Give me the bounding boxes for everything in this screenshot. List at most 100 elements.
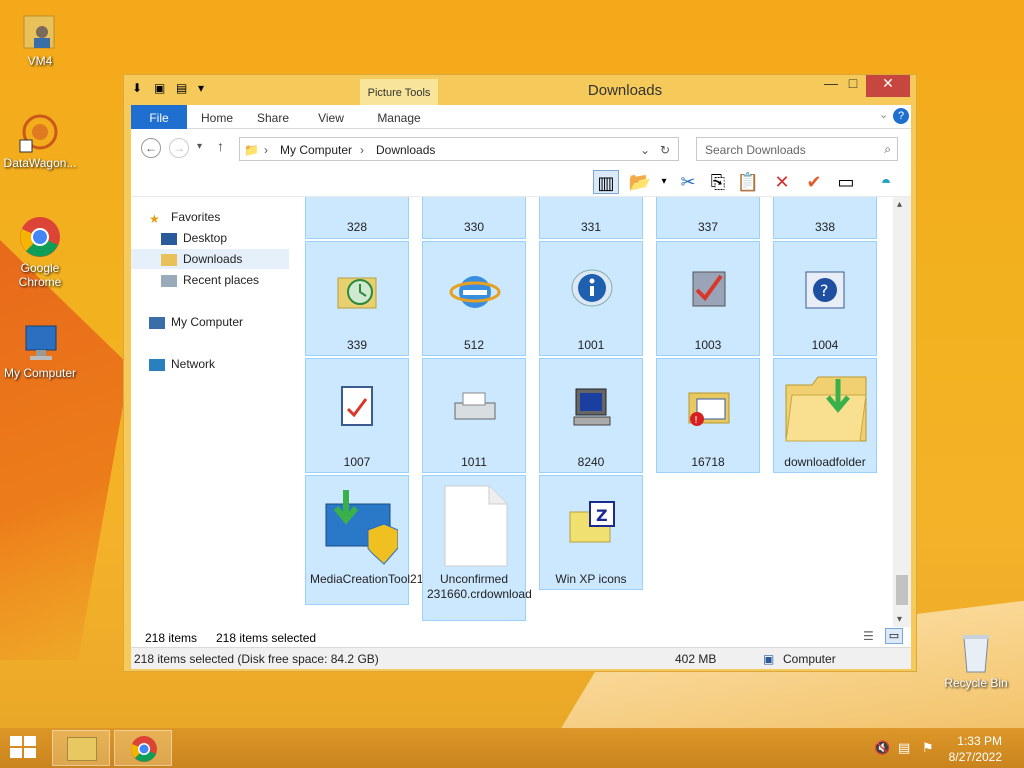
file-tile[interactable]: 330 (422, 197, 526, 239)
taskbar: 🔇 ▤ ⚑ 1:33 PM 8/27/2022 (0, 728, 1024, 768)
network-icon[interactable]: ▤ (898, 740, 910, 756)
file-tile[interactable]: Z Win XP icons (539, 475, 643, 590)
speaker-muted-icon[interactable]: 🔇 (874, 740, 890, 756)
desktop-icon-label: My Computer (3, 366, 77, 380)
forward-button[interactable]: → (169, 138, 189, 158)
breadcrumb-downloads[interactable]: Downloads (376, 143, 435, 157)
file-tile[interactable]: 338 (773, 197, 877, 239)
file-label: Unconfirmed 231660.crdownload (427, 572, 532, 601)
file-tile[interactable]: ! 16718 (656, 358, 760, 473)
file-tile[interactable]: 512 (422, 241, 526, 356)
svg-text:!: ! (694, 415, 698, 426)
nav-label: Downloads (183, 252, 243, 266)
system-clock[interactable]: 1:33 PM 8/27/2022 (949, 733, 1002, 765)
file-tile[interactable]: 1003 (656, 241, 760, 356)
address-row: ← → ▾ ↑ 📁 › My Computer › Downloads ⌄ ↻ … (131, 129, 911, 167)
recycle-bin-icon (954, 630, 998, 674)
back-button[interactable]: ← (141, 138, 161, 158)
downloads-folder-icon (161, 253, 177, 266)
scroll-up-icon[interactable]: ▴ (897, 199, 902, 210)
file-tile[interactable]: 1001 (539, 241, 643, 356)
rename-icon[interactable]: ▭ (833, 170, 859, 194)
recent-locations-chevron-icon[interactable]: ▾ (197, 141, 202, 152)
paste-icon[interactable]: 📋 (735, 170, 761, 194)
file-label: 331 (580, 220, 602, 234)
nav-my-computer[interactable]: My Computer (149, 312, 307, 332)
computer-icon (18, 320, 62, 364)
scroll-down-icon[interactable]: ▾ (897, 614, 902, 625)
file-tile[interactable]: 337 (656, 197, 760, 239)
desktop-icon-label: Google Chrome (18, 261, 62, 289)
refresh-icon[interactable]: ↻ (660, 143, 670, 157)
file-label: 1001 (577, 338, 605, 352)
preview-pane-icon[interactable]: ▥ (593, 170, 619, 194)
clock-date: 8/27/2022 (948, 750, 1002, 764)
file-tile[interactable]: MediaCreationTool21H2 (305, 475, 439, 605)
file-tile[interactable]: 8240 (539, 358, 643, 473)
copy-icon[interactable]: ⎘ (705, 170, 731, 194)
tab-manage[interactable]: Manage (367, 105, 431, 129)
info-icon (566, 264, 618, 316)
tab-home[interactable]: Home (197, 105, 237, 129)
fax-icon (449, 381, 501, 433)
nav-network[interactable]: Network (149, 354, 307, 374)
nav-desktop[interactable]: Desktop (161, 228, 319, 248)
chevron-down-icon[interactable]: ⌄ (640, 143, 650, 157)
breadcrumb-my-computer[interactable]: My Computer (280, 143, 352, 157)
nav-recent-places[interactable]: Recent places (161, 270, 319, 290)
nav-label: Recent places (183, 273, 260, 287)
network-icon (149, 358, 165, 371)
desktop-icon-datawagon[interactable]: DataWagon... (0, 110, 80, 170)
action-center-icon[interactable]: ⚑ (922, 740, 934, 756)
internet-explorer-icon (449, 264, 501, 316)
file-tile[interactable]: ? 1004 (773, 241, 877, 356)
windows-start-icon[interactable] (10, 736, 38, 760)
file-list: 328 330 331 337 338 339 512 1001 1003 ? … (297, 197, 893, 627)
tab-file[interactable]: File (131, 105, 187, 129)
file-tile[interactable]: Unconfirmed 231660.crdownload (422, 475, 532, 621)
tab-view[interactable]: View (311, 105, 351, 129)
cut-icon[interactable]: ✂ (675, 170, 701, 194)
desktop-icon-vm4[interactable]: VM4 (0, 8, 80, 68)
file-label: MediaCreationTool21H2 (310, 572, 439, 586)
taskbar-file-explorer[interactable] (52, 730, 110, 766)
desktop-icon-chrome[interactable]: Google Chrome (0, 215, 80, 289)
nav-downloads[interactable]: Downloads (131, 249, 289, 269)
search-input[interactable]: Search Downloads ⌕ (696, 137, 898, 161)
scrollbar-thumb[interactable] (896, 575, 908, 605)
tab-share[interactable]: Share (253, 105, 293, 129)
shell-icon[interactable]: ◓ (873, 170, 899, 194)
taskbar-chrome[interactable] (114, 730, 172, 766)
navigation-pane: ★ Favorites Desktop Downloads Recent plac… (131, 197, 297, 627)
maximize-button[interactable]: □ (838, 75, 868, 97)
svg-text:Z: Z (596, 506, 608, 525)
file-label: 337 (697, 220, 719, 234)
search-icon[interactable]: ⌕ (884, 142, 891, 157)
title-bar[interactable]: ⬇ ▣ ▤ ▾ Picture Tools Downloads — □ ✕ (124, 75, 916, 105)
computer-icon (149, 316, 165, 329)
large-icons-view-icon[interactable]: ▭ (885, 628, 903, 644)
file-label: 328 (346, 220, 368, 234)
folder-options-icon[interactable]: 📂 (627, 170, 653, 194)
items-status-row: 218 items 218 items selected ☰ ▭ (131, 627, 911, 647)
recent-places-icon (161, 274, 177, 287)
nav-favorites[interactable]: ★ Favorites (149, 207, 307, 227)
up-button[interactable]: ↑ (217, 138, 224, 154)
file-tile[interactable]: downloadfolder (773, 358, 877, 473)
file-tile[interactable]: 328 (305, 197, 409, 239)
address-bar[interactable]: 📁 › My Computer › Downloads ⌄ ↻ (239, 137, 679, 161)
details-view-icon[interactable]: ☰ (863, 629, 874, 643)
check-icon[interactable]: ✔ (801, 170, 827, 194)
chevron-down-icon[interactable]: ▾ (651, 170, 677, 194)
close-button[interactable]: ✕ (866, 75, 910, 97)
file-tile[interactable]: 1011 (422, 358, 526, 473)
file-tile[interactable]: 339 (305, 241, 409, 356)
vertical-scrollbar[interactable]: ▴ ▾ (893, 197, 911, 627)
file-tile[interactable]: 331 (539, 197, 643, 239)
desktop-icon-recycle-bin[interactable]: Recycle Bin (936, 630, 1016, 690)
desktop-icon-my-computer[interactable]: My Computer (0, 320, 80, 380)
file-tile[interactable]: 1007 (305, 358, 409, 473)
document-check-icon (332, 381, 384, 433)
delete-icon[interactable]: ✕ (769, 170, 795, 194)
help-icon[interactable]: ? (893, 108, 909, 124)
